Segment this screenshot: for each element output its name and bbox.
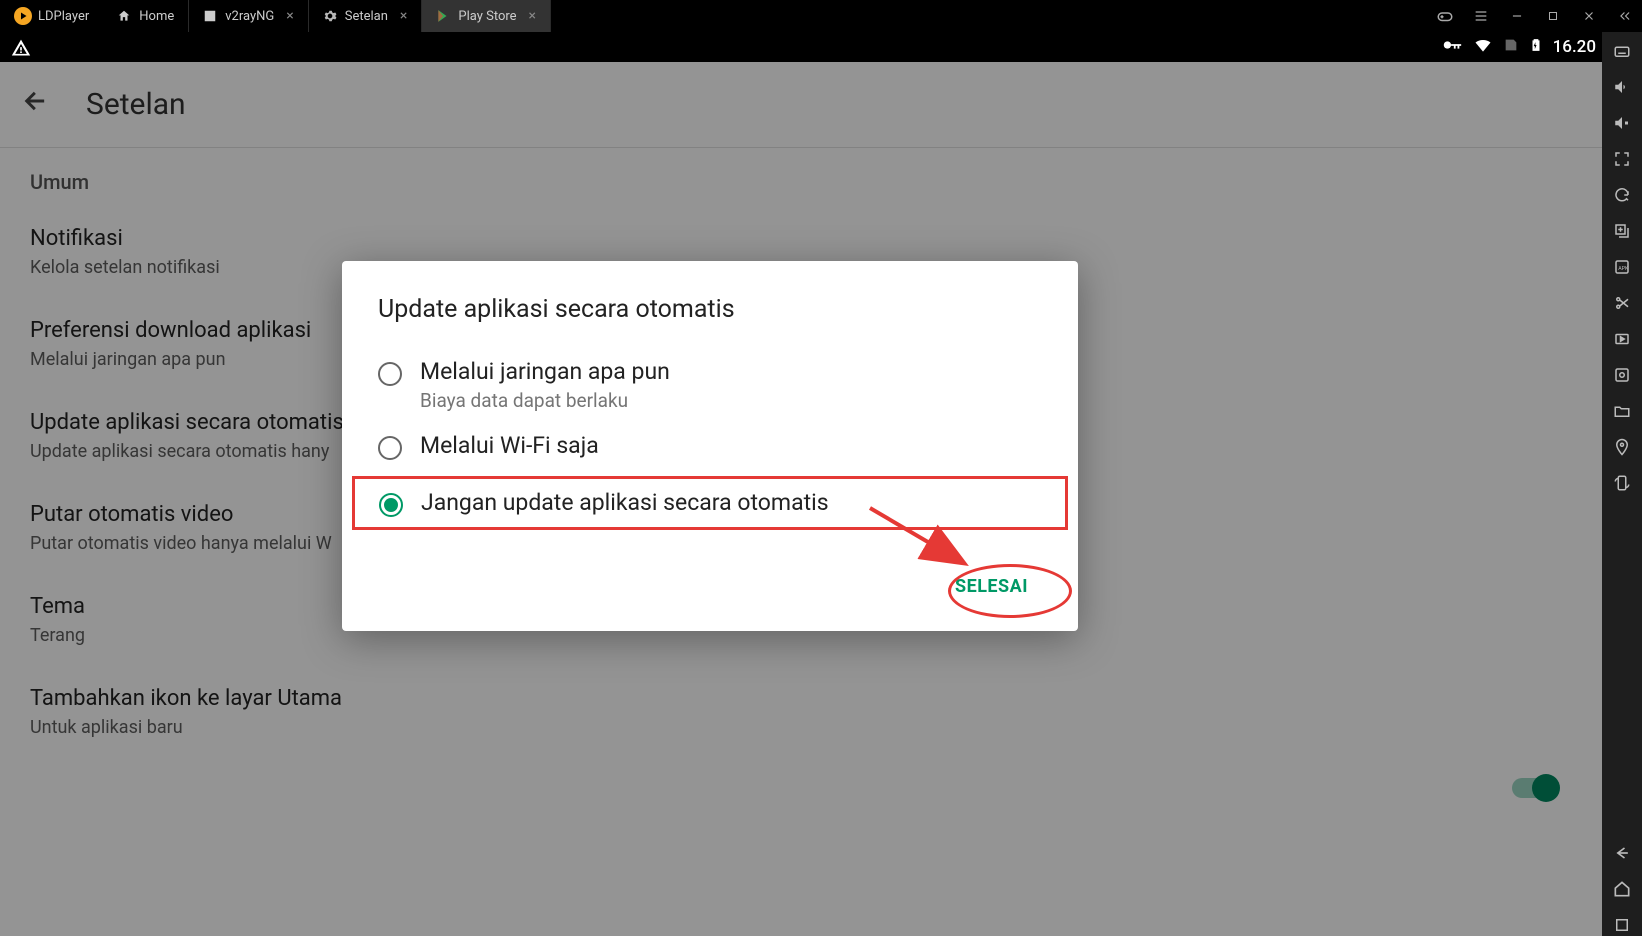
radio-option-any-network[interactable]: Melalui jaringan apa pun Biaya data dapa… xyxy=(342,348,1078,422)
home-icon xyxy=(117,9,131,23)
close-icon[interactable]: × xyxy=(400,8,407,24)
android-status-bar: 16.20 xyxy=(0,32,1642,62)
radio-label: Melalui jaringan apa pun xyxy=(420,358,670,385)
ldplayer-logo-icon xyxy=(14,7,32,25)
app-name-label: LDPlayer xyxy=(38,9,89,24)
collapse-sidebar-icon[interactable] xyxy=(1608,0,1642,32)
fullscreen-icon[interactable] xyxy=(1611,148,1633,170)
no-sim-icon xyxy=(1503,37,1519,57)
gear-icon xyxy=(323,9,337,23)
tab-label: Setelan xyxy=(345,9,388,24)
volume-down-icon[interactable] xyxy=(1611,112,1633,134)
close-button[interactable] xyxy=(1572,0,1606,32)
operation-record-icon[interactable] xyxy=(1611,364,1633,386)
rotate-icon[interactable] xyxy=(1611,472,1633,494)
window-controls xyxy=(1428,0,1642,32)
battery-charging-icon xyxy=(1529,34,1543,60)
multi-instance-icon[interactable] xyxy=(1611,220,1633,242)
sync-icon[interactable] xyxy=(1611,184,1633,206)
keyboard-icon[interactable] xyxy=(1611,40,1633,62)
tab-home[interactable]: Home xyxy=(103,0,189,32)
scissors-icon[interactable] xyxy=(1611,292,1633,314)
record-icon[interactable] xyxy=(1611,328,1633,350)
tab-label: Home xyxy=(139,9,174,24)
dialog-title: Update aplikasi secara otomatis xyxy=(342,295,1078,348)
maximize-button[interactable] xyxy=(1536,0,1570,32)
radio-option-dont-auto-update[interactable]: Jangan update aplikasi secara otomatis xyxy=(352,476,1068,530)
radio-icon xyxy=(378,436,402,460)
radio-label: Jangan update aplikasi secara otomatis xyxy=(421,489,829,516)
minimize-button[interactable] xyxy=(1500,0,1534,32)
android-back-icon[interactable] xyxy=(1611,842,1633,864)
gamepad-icon[interactable] xyxy=(1428,0,1462,32)
tab-setelan[interactable]: Setelan × xyxy=(309,0,423,32)
tab-label: Play Store xyxy=(458,9,516,24)
tab-label: v2rayNG xyxy=(225,9,274,24)
titlebar: LDPlayer Home v2rayNG × Setelan × Play S… xyxy=(0,0,1642,32)
radio-sublabel: Biaya data dapat berlaku xyxy=(420,389,670,412)
radio-label: Melalui Wi-Fi saja xyxy=(420,432,599,459)
location-icon[interactable] xyxy=(1611,436,1633,458)
menu-icon[interactable] xyxy=(1464,0,1498,32)
apk-install-icon[interactable]: APK xyxy=(1611,256,1633,278)
warning-icon xyxy=(10,38,30,56)
tabs: Home v2rayNG × Setelan × Play Store × xyxy=(103,0,551,32)
close-icon[interactable]: × xyxy=(286,8,293,24)
app-icon xyxy=(203,9,217,23)
radio-icon xyxy=(379,493,403,517)
radio-option-wifi-only[interactable]: Melalui Wi-Fi saja xyxy=(342,422,1078,470)
vpn-key-icon xyxy=(1441,34,1463,60)
radio-icon xyxy=(378,362,402,386)
app-logo: LDPlayer xyxy=(0,7,103,25)
tab-play-store[interactable]: Play Store × xyxy=(422,0,551,32)
emulator-sidebar: APK xyxy=(1602,32,1642,936)
volume-up-icon[interactable] xyxy=(1611,76,1633,98)
android-recents-icon[interactable] xyxy=(1611,914,1633,936)
tab-v2rayng[interactable]: v2rayNG × xyxy=(189,0,309,32)
android-home-icon[interactable] xyxy=(1611,878,1633,900)
wifi-icon xyxy=(1473,35,1493,59)
annotation-ellipse xyxy=(948,564,1072,618)
close-icon[interactable]: × xyxy=(529,8,536,24)
clock-time: 16.20 xyxy=(1553,37,1596,57)
svg-text:APK: APK xyxy=(1618,266,1629,272)
play-store-icon xyxy=(436,9,450,23)
shared-folder-icon[interactable] xyxy=(1611,400,1633,422)
